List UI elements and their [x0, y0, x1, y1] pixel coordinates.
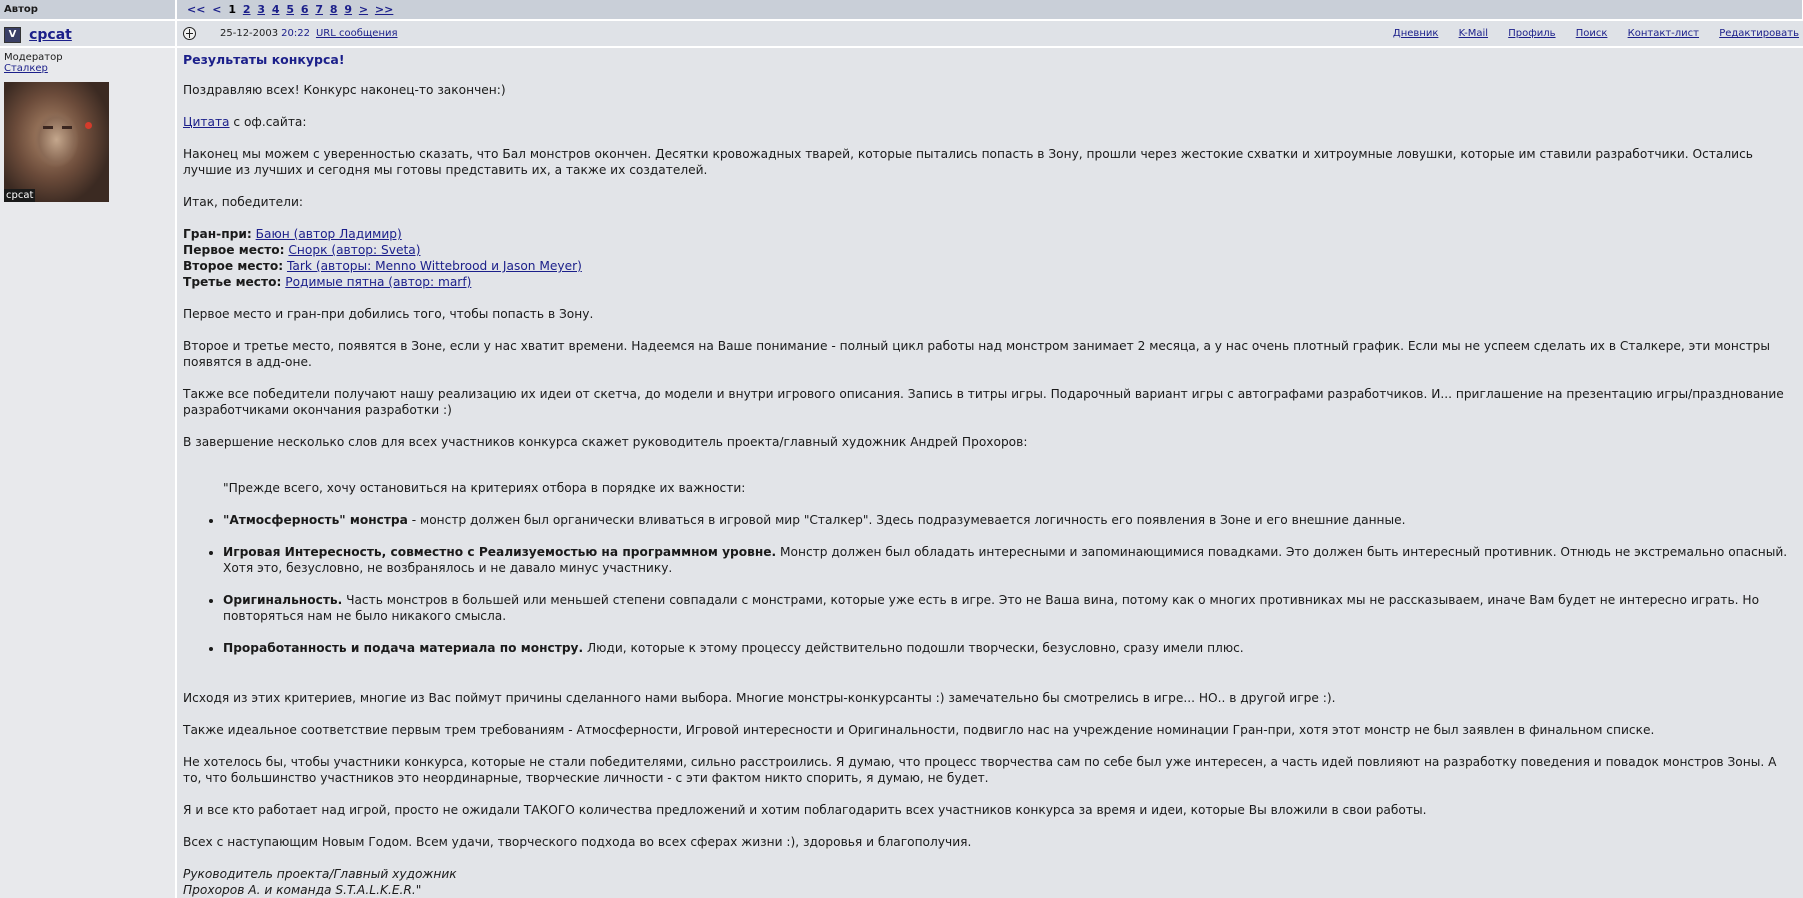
criteria-text: - монстр должен был органически вливатьс… [407, 513, 1406, 527]
search-link[interactable]: Поиск [1576, 28, 1608, 39]
contact-list-link[interactable]: Контакт-лист [1628, 28, 1699, 39]
post-type-icon [183, 27, 196, 40]
criteria-item: "Атмосферность" монстра - монстр должен … [223, 512, 1795, 528]
author-role: Модератор [4, 52, 63, 63]
pager-page-link[interactable]: 2 [243, 3, 251, 16]
post-greeting: Поздравляю всех! Конкурс наконец-то зако… [183, 83, 506, 97]
winner-label: Второе место: [183, 259, 284, 273]
paragraph-final-words: В завершение несколько слов для всех уча… [183, 435, 1028, 449]
post-body: Результаты конкурса! Поздравляю всех! Ко… [176, 47, 1803, 898]
author-column-header: Автор [0, 0, 177, 21]
post-action-links: Дневник K-Mail Профиль Поиск Контакт-лис… [1376, 28, 1799, 39]
pager-page-link[interactable]: 7 [315, 3, 323, 16]
pager-page-link[interactable]: 6 [301, 3, 309, 16]
pager-current-page: 1 [228, 3, 236, 16]
author-group-link[interactable]: Сталкер [4, 63, 48, 74]
winner-row: Гран-при: Баюн (автор Ладимир) [183, 226, 1795, 242]
criteria-list: "Атмосферность" монстра - монстр должен … [183, 512, 1795, 656]
paragraph-based: Исходя из этих критериев, многие из Вас … [183, 691, 1336, 705]
kmail-link[interactable]: K-Mail [1459, 28, 1488, 39]
profile-link[interactable]: Профиль [1508, 28, 1555, 39]
post-intro: Наконец мы можем с уверенностью сказать,… [183, 147, 1753, 177]
post-date: 25-12-2003 [220, 28, 279, 39]
paragraph-second-third: Второе и третье место, появятся в Зоне, … [183, 339, 1770, 369]
paragraph-ideal: Также идеальное соответствие первым трем… [183, 723, 1655, 737]
paragraph-first-place: Первое место и гран-при добились того, ч… [183, 307, 594, 321]
pager-first[interactable]: << [187, 3, 205, 16]
paragraph-prizes: Также все победители получают нашу реали… [183, 387, 1784, 417]
winners-intro: Итак, победители: [183, 195, 303, 209]
paragraph-upset: Не хотелось бы, чтобы участники конкурса… [183, 755, 1777, 785]
post-title: Результаты конкурса! [183, 52, 345, 67]
paragraph-thanks: Я и все кто работает над игрой, просто н… [183, 803, 1427, 817]
avatar: cpcat [4, 82, 109, 202]
avatar-caption: cpcat [4, 189, 36, 202]
signature-line-1: Руководитель проекта/Главный художник [183, 867, 457, 881]
post-author-bar: V cpcat [0, 20, 177, 48]
quote-suffix: с оф.сайта: [229, 115, 307, 129]
quote-source: Цитата с оф.сайта: [183, 114, 1795, 130]
winner-row: Второе место: Tark (авторы: Menno Witteb… [183, 258, 1795, 274]
pager-prev[interactable]: < [212, 3, 221, 16]
criteria-title: "Атмосферность" монстра [223, 513, 408, 527]
winner-link[interactable]: Снорк (автор: Sveta) [288, 243, 420, 257]
criteria-item: Проработанность и подача материала по мо… [223, 640, 1795, 656]
pager-page-link[interactable]: 8 [330, 3, 338, 16]
signature-line-2: Прохоров А. и команда S.T.A.L.K.E.R." [183, 883, 422, 897]
winner-link[interactable]: Баюн (автор Ладимир) [256, 227, 402, 241]
forum-thread-table: Автор << < 1 2 3 4 5 6 7 8 9 > >> V cpca… [0, 0, 1803, 898]
quote-intro: "Прежде всего, хочу остановиться на крит… [223, 481, 746, 495]
criteria-title: Оригинальность. [223, 593, 343, 607]
pagination: << < 1 2 3 4 5 6 7 8 9 > >> [176, 0, 1803, 21]
post-time: 20:22 [281, 28, 310, 39]
quote-link[interactable]: Цитата [183, 115, 230, 129]
pager-next[interactable]: > [359, 3, 368, 16]
pager-page-link[interactable]: 3 [257, 3, 265, 16]
author-sidebar: Модератор Сталкер cpcat [0, 47, 177, 898]
criteria-item: Оригинальность. Часть монстров в большей… [223, 592, 1795, 624]
winner-label: Третье место: [183, 275, 282, 289]
post-url-link[interactable]: URL сообщения [316, 28, 398, 39]
user-badge-icon: V [4, 26, 21, 43]
criteria-title: Игровая Интересность, совместно с Реализ… [223, 545, 777, 559]
pager-page-link[interactable]: 4 [272, 3, 280, 16]
winner-link[interactable]: Родимые пятна (автор: marf) [285, 275, 471, 289]
paragraph-new-year: Всех с наступающим Новым Годом. Всем уда… [183, 835, 972, 849]
criteria-text: Люди, которые к этому процессу действите… [583, 641, 1244, 655]
winner-label: Гран-при: [183, 227, 252, 241]
post-info-bar: 25-12-2003 20:22 URL сообщения Дневник K… [176, 20, 1803, 48]
winner-link[interactable]: Tark (авторы: Menno Wittebrood и Jason M… [287, 259, 582, 273]
diary-link[interactable]: Дневник [1393, 28, 1438, 39]
winners-list: Гран-при: Баюн (автор Ладимир) Первое ме… [183, 226, 1795, 290]
winner-row: Третье место: Родимые пятна (автор: marf… [183, 274, 1795, 290]
pager-page-link[interactable]: 9 [344, 3, 352, 16]
criteria-item: Игровая Интересность, совместно с Реализ… [223, 544, 1795, 576]
edit-link[interactable]: Редактировать [1719, 28, 1799, 39]
criteria-title: Проработанность и подача материала по мо… [223, 641, 584, 655]
winner-row: Первое место: Снорк (автор: Sveta) [183, 242, 1795, 258]
criteria-text: Часть монстров в большей или меньшей сте… [223, 593, 1760, 623]
pager-last[interactable]: >> [375, 3, 393, 16]
pager-page-link[interactable]: 5 [286, 3, 294, 16]
winner-label: Первое место: [183, 243, 285, 257]
author-name-link[interactable]: cpcat [29, 27, 72, 43]
